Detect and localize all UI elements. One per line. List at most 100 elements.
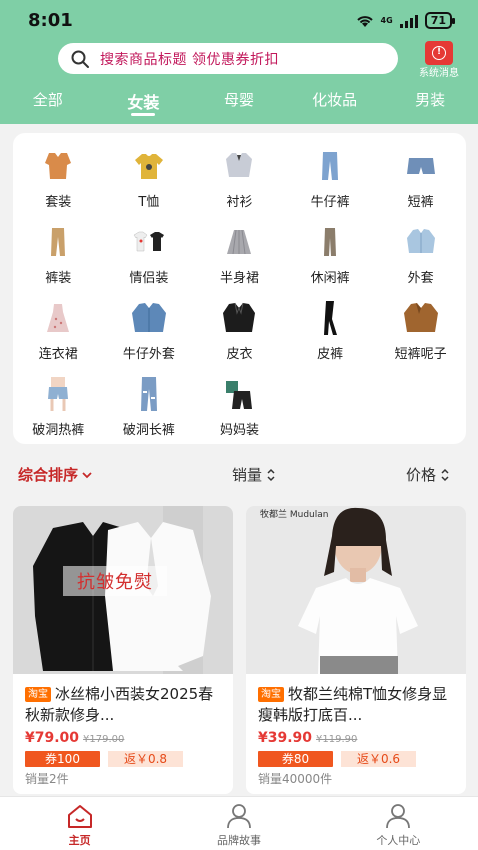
dress-icon xyxy=(39,299,77,337)
product-title-text: 牧都兰纯棉T恤女修身显瘦韩版打底百... xyxy=(258,685,448,724)
category-item[interactable]: 外套 xyxy=(375,223,466,291)
search-input[interactable]: 搜索商品标题 领优惠券折扣 xyxy=(58,43,398,74)
product-sales: 销量2件 xyxy=(25,772,69,786)
category-item[interactable]: 破洞热裤 xyxy=(13,375,104,443)
category-item[interactable]: 短裤 xyxy=(375,147,466,215)
status-time: 8:01 xyxy=(28,10,73,31)
jacket-icon xyxy=(402,223,440,261)
product-image-caption: 抗皱免熨 xyxy=(63,566,167,596)
coupon-badge[interactable]: 券80 xyxy=(258,751,333,767)
ripped-shorts-icon xyxy=(39,375,77,413)
sort-comprehensive-label: 综合排序 xyxy=(18,466,79,484)
profile-icon xyxy=(386,804,411,829)
product-card[interactable]: 牧都兰 Mudulan 淘宝 牧都兰纯棉T恤女修身显瘦韩版打底百... ¥39.9… xyxy=(246,506,466,794)
leather-jacket-icon xyxy=(220,299,258,337)
category-label: 衬衫 xyxy=(226,195,253,210)
category-item[interactable]: 休闲裤 xyxy=(285,223,376,291)
platform-tag: 淘宝 xyxy=(258,687,284,702)
category-label: 牛仔裤 xyxy=(310,195,350,210)
category-item[interactable]: 半身裙 xyxy=(194,223,285,291)
tab-baby[interactable]: 母婴 xyxy=(191,82,287,122)
category-item[interactable]: 情侣装 xyxy=(104,223,195,291)
leather-pants-icon xyxy=(311,299,349,337)
category-label: 牛仔外套 xyxy=(122,347,175,362)
product-title: 淘宝 冰丝棉小西装女2025春秋新款修身... xyxy=(25,684,225,726)
couple-wear-icon xyxy=(130,223,168,261)
category-item[interactable]: 套装 xyxy=(13,147,104,215)
product-sales: 销量40000件 xyxy=(258,772,333,786)
sort-sales[interactable]: 销量 xyxy=(232,464,276,485)
rebate-badge: 返￥0.8 xyxy=(108,751,183,767)
search-placeholder: 搜索商品标题 领优惠券折扣 xyxy=(100,51,279,68)
ripped-jeans-icon xyxy=(130,375,168,413)
category-item[interactable]: 衬衫 xyxy=(194,147,285,215)
category-item[interactable]: 皮裤 xyxy=(285,299,376,367)
product-image: 抗皱免熨 xyxy=(13,506,233,674)
category-item[interactable]: 破洞长裤 xyxy=(104,375,195,443)
price-original: ¥119.90 xyxy=(316,734,358,745)
category-label: 外套 xyxy=(407,271,434,286)
shirt-icon xyxy=(220,147,258,185)
chevron-down-icon xyxy=(82,471,92,478)
tab-all[interactable]: 全部 xyxy=(0,82,96,122)
product-card[interactable]: 抗皱免熨 淘宝 冰丝棉小西装女2025春秋新款修身... ¥79.00 ¥179.0… xyxy=(13,506,233,794)
category-item[interactable]: 妈妈装 xyxy=(194,375,285,443)
tab-men[interactable]: 男装 xyxy=(382,82,478,122)
sort-price[interactable]: 价格 xyxy=(406,464,450,485)
category-label: 半身裙 xyxy=(219,271,259,286)
suit-icon xyxy=(39,147,77,185)
bottom-navigation: 主页 品牌故事 个人中心 xyxy=(0,796,478,850)
category-item[interactable]: 牛仔外套 xyxy=(104,299,195,367)
category-item[interactable]: 短裤呢子 xyxy=(375,299,466,367)
category-item[interactable]: 裤装 xyxy=(13,223,104,291)
category-label: T恤 xyxy=(138,195,160,210)
category-item[interactable]: 连衣裙 xyxy=(13,299,104,367)
tshirt-icon xyxy=(130,147,168,185)
product-price: ¥79.00 ¥179.00 xyxy=(25,730,124,746)
platform-tag: 淘宝 xyxy=(25,687,51,702)
category-label: 皮裤 xyxy=(317,347,344,362)
category-item[interactable]: 皮衣 xyxy=(194,299,285,367)
woolen-coat-icon xyxy=(402,299,440,337)
rebate-badge: 返￥0.6 xyxy=(341,751,416,767)
sort-comprehensive[interactable]: 综合排序 xyxy=(18,464,92,485)
search-icon xyxy=(71,50,89,68)
category-item[interactable]: 牛仔裤 xyxy=(285,147,376,215)
nav-profile[interactable]: 个人中心 xyxy=(319,797,478,850)
battery-indicator: 71 xyxy=(424,12,456,29)
product-title-text: 冰丝棉小西装女2025春秋新款修身... xyxy=(25,685,214,724)
status-icons: 4G 71 xyxy=(355,12,456,29)
home-icon xyxy=(67,805,92,828)
tab-women[interactable]: 女装 xyxy=(96,82,192,122)
price-current: ¥79.00 xyxy=(25,730,80,746)
network-type: 4G xyxy=(380,16,393,25)
sort-sales-label: 销量 xyxy=(232,466,263,484)
notification-icon: ! xyxy=(425,41,453,65)
tab-cosmetics[interactable]: 化妆品 xyxy=(287,82,383,122)
price-current: ¥39.90 xyxy=(258,730,313,746)
nav-brand-story[interactable]: 品牌故事 xyxy=(159,797,318,850)
product-list: 抗皱免熨 淘宝 冰丝棉小西装女2025春秋新款修身... ¥79.00 ¥179.0… xyxy=(13,506,466,794)
sort-updown-icon xyxy=(441,468,449,481)
category-label: 短裤 xyxy=(407,195,434,210)
sort-updown-icon xyxy=(267,468,275,481)
subcategory-panel: 套装 T恤 衬衫 牛仔裤 短裤 裤装 情侣装 半身裙 休闲裤 外套 连衣裙 牛仔… xyxy=(13,133,466,444)
wifi-icon xyxy=(356,15,373,27)
coupon-badge[interactable]: 券100 xyxy=(25,751,100,767)
product-price: ¥39.90 ¥119.90 xyxy=(258,730,357,746)
category-tabs: 全部 女装 母婴 化妆品 男装 xyxy=(0,82,478,122)
category-label: 套装 xyxy=(45,195,72,210)
app-header: 8:01 4G 71 搜索商品标题 领优惠券折扣 ! 系统消息 全部 女装 母婴… xyxy=(0,0,478,124)
category-item[interactable]: T恤 xyxy=(104,147,195,215)
product-image: 牧都兰 Mudulan xyxy=(246,506,466,674)
user-icon xyxy=(227,804,251,829)
sort-bar: 综合排序 销量 价格 xyxy=(0,456,478,494)
sort-price-label: 价格 xyxy=(406,466,437,484)
category-label: 情侣装 xyxy=(129,271,169,286)
product-promos: 券100 返￥0.8 xyxy=(25,751,183,767)
system-message-label: 系统消息 xyxy=(419,68,459,79)
shorts-icon xyxy=(402,147,440,185)
system-message-button[interactable]: ! 系统消息 xyxy=(412,40,466,79)
nav-home[interactable]: 主页 xyxy=(0,797,159,850)
category-label: 皮衣 xyxy=(226,347,253,362)
